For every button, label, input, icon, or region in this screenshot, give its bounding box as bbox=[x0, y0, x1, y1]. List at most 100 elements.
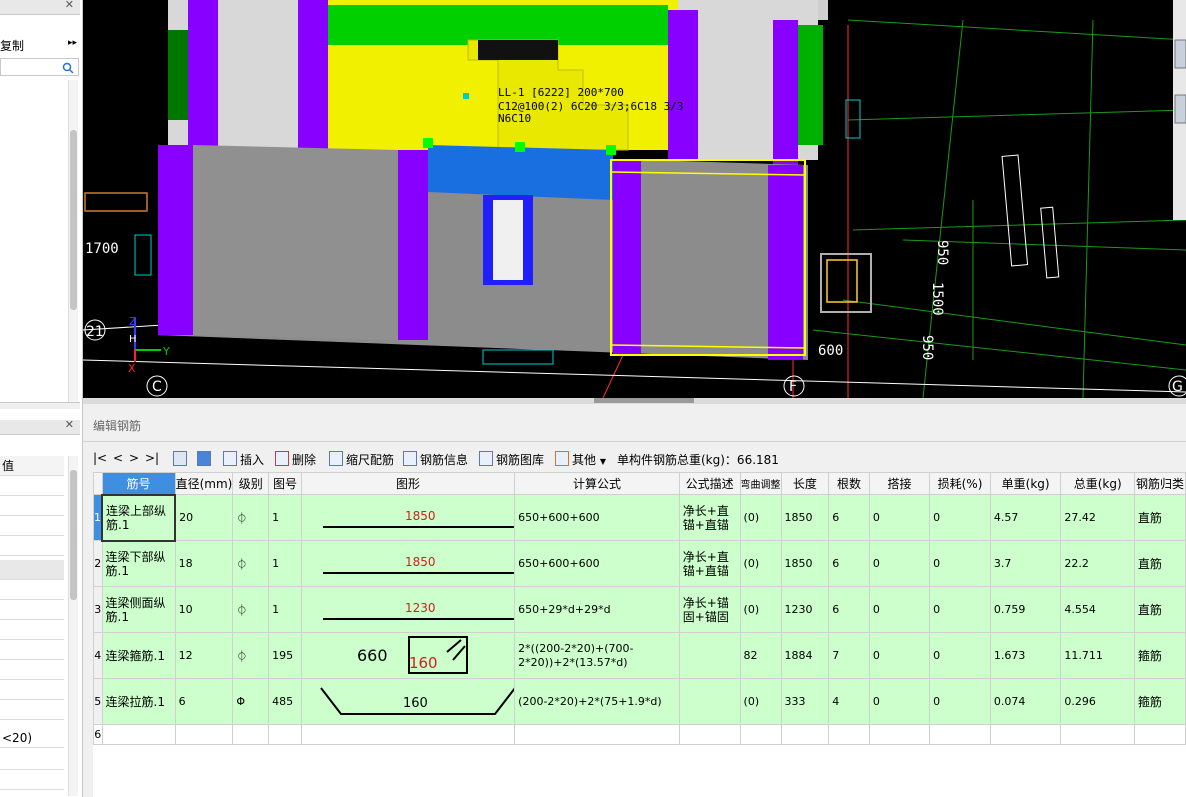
close-icon[interactable]: ✕ bbox=[65, 418, 74, 431]
cell-length[interactable]: 1850 bbox=[780, 540, 830, 587]
cell-grade[interactable]: ⏀ bbox=[232, 632, 270, 679]
table-row[interactable]: 4 连梁箍筋.1 12 ⏀ 195 660 160 2*((200-2*20)+… bbox=[93, 632, 1186, 679]
property-row[interactable] bbox=[0, 536, 64, 556]
column-header[interactable]: 直径(mm) bbox=[174, 472, 234, 495]
column-header[interactable]: 搭接 bbox=[868, 472, 931, 495]
3d-model-canvas[interactable]: LL-1 [6222] 200*700 C12@100(2) 6C20 3/3;… bbox=[83, 0, 1186, 398]
cell-bend-adjust[interactable]: 82 bbox=[739, 632, 782, 679]
table-row[interactable]: 3 连梁侧面纵筋.1 10 ⏀ 1 1230 650+29*d+29*d 净长+… bbox=[93, 586, 1186, 633]
cell-formula[interactable]: (200-2*20)+2*(75+1.9*d) bbox=[514, 678, 680, 725]
empty-cell[interactable] bbox=[268, 724, 302, 745]
cell-diameter[interactable]: 20 bbox=[174, 494, 234, 541]
cell-formula[interactable]: 2*((200-2*20)+(700-2*20))+2*(13.57*d) bbox=[514, 632, 680, 679]
property-row[interactable] bbox=[0, 516, 64, 536]
empty-cell[interactable] bbox=[929, 724, 991, 745]
column-header[interactable]: 图形 bbox=[300, 472, 516, 495]
row-index[interactable]: 1 bbox=[93, 494, 103, 541]
row-index[interactable]: 3 bbox=[93, 586, 103, 633]
property-row[interactable] bbox=[0, 476, 64, 496]
cell-shape[interactable]: 1850 bbox=[300, 494, 516, 541]
property-scroll-thumb[interactable] bbox=[70, 470, 77, 600]
column-header[interactable]: 长度 bbox=[780, 472, 830, 495]
column-header[interactable]: 总重(kg) bbox=[1060, 472, 1135, 495]
cell-total-weight[interactable]: 22.2 bbox=[1060, 540, 1135, 587]
cell-count[interactable]: 6 bbox=[828, 494, 870, 541]
left-tree-scrollbar[interactable] bbox=[68, 80, 78, 402]
cell-diameter[interactable]: 10 bbox=[174, 586, 234, 633]
cell-unit-weight[interactable]: 0.759 bbox=[989, 586, 1062, 633]
cell-formula[interactable]: 650+600+600 bbox=[514, 540, 680, 587]
cell-rebar-name[interactable]: 连梁侧面纵筋.1 bbox=[101, 586, 176, 633]
table-row[interactable]: 5 连梁拉筋.1 6 Φ 485 160 (200-2*20)+2*(75+1.… bbox=[93, 678, 1186, 725]
cell-length[interactable]: 1850 bbox=[780, 494, 830, 541]
cell-count[interactable]: 7 bbox=[828, 632, 870, 679]
nav-last-button[interactable]: >| bbox=[145, 451, 159, 465]
cell-lap[interactable]: 0 bbox=[868, 632, 931, 679]
cell-loss[interactable]: 0 bbox=[929, 632, 991, 679]
shape-length-value[interactable]: 1230 bbox=[405, 601, 436, 615]
cell-loss[interactable]: 0 bbox=[929, 494, 991, 541]
cell-bend-adjust[interactable]: (0) bbox=[739, 586, 782, 633]
cell-bend-adjust[interactable]: (0) bbox=[739, 540, 782, 587]
cell-category[interactable]: 箍筋 bbox=[1133, 632, 1186, 679]
cell-rebar-name[interactable]: 连梁上部纵筋.1 bbox=[100, 493, 177, 542]
property-scrollbar[interactable] bbox=[68, 456, 78, 796]
cell-total-weight[interactable]: 0.296 bbox=[1060, 678, 1135, 725]
property-row[interactable] bbox=[0, 496, 64, 516]
cell-category[interactable]: 直筋 bbox=[1133, 540, 1186, 587]
empty-cell[interactable] bbox=[828, 724, 870, 745]
cell-lap[interactable]: 0 bbox=[868, 678, 931, 725]
insert-button[interactable]: 插入 bbox=[223, 451, 264, 468]
empty-cell[interactable] bbox=[174, 724, 234, 745]
cell-formula-desc[interactable] bbox=[678, 678, 741, 725]
rebar-library-button[interactable]: 钢筋图库 bbox=[479, 451, 544, 468]
empty-cell[interactable] bbox=[101, 724, 176, 745]
cell-rebar-name[interactable]: 连梁下部纵筋.1 bbox=[101, 540, 176, 587]
table-row[interactable]: 2 连梁下部纵筋.1 18 ⏀ 1 1850 650+600+600 净长+直锚… bbox=[93, 540, 1186, 587]
cell-shape[interactable]: 660 160 bbox=[300, 632, 516, 679]
cell-total-weight[interactable]: 27.42 bbox=[1060, 494, 1135, 541]
scale-rebar-button[interactable]: 缩尺配筋 bbox=[329, 451, 394, 468]
cell-bend-adjust[interactable]: (0) bbox=[739, 494, 782, 541]
column-header[interactable]: 计算公式 bbox=[514, 472, 680, 495]
cell-length[interactable]: 333 bbox=[780, 678, 830, 725]
cell-shape[interactable]: 160 bbox=[300, 678, 516, 725]
3d-viewport[interactable]: LL-1 [6222] 200*700 C12@100(2) 6C20 3/3;… bbox=[83, 0, 1186, 398]
expand-icon[interactable]: ▸▸ bbox=[68, 38, 77, 48]
cell-rebar-name[interactable]: 连梁拉筋.1 bbox=[101, 678, 176, 725]
cell-count[interactable]: 4 bbox=[828, 678, 870, 725]
cell-figure-no[interactable]: 195 bbox=[268, 632, 302, 679]
cell-length[interactable]: 1230 bbox=[780, 586, 830, 633]
empty-cell[interactable] bbox=[868, 724, 931, 745]
row-index[interactable]: 2 bbox=[93, 540, 103, 587]
empty-cell[interactable] bbox=[678, 724, 741, 745]
cell-length[interactable]: 1884 bbox=[780, 632, 830, 679]
stirrup-width-value[interactable]: 660 bbox=[357, 646, 388, 665]
cell-unit-weight[interactable]: 1.673 bbox=[989, 632, 1062, 679]
cell-grade[interactable]: ⏀ bbox=[232, 494, 270, 541]
nav-first-button[interactable]: |< bbox=[93, 451, 107, 465]
copy-label[interactable]: 复制 bbox=[0, 37, 24, 54]
cell-formula-desc[interactable] bbox=[678, 632, 741, 679]
cell-formula[interactable]: 650+29*d+29*d bbox=[514, 586, 680, 633]
cell-lap[interactable]: 0 bbox=[868, 494, 931, 541]
property-row[interactable] bbox=[0, 700, 64, 720]
search-icon[interactable] bbox=[62, 62, 74, 74]
close-icon[interactable]: ✕ bbox=[65, 0, 74, 11]
cell-figure-no[interactable]: 1 bbox=[268, 494, 302, 541]
property-row[interactable] bbox=[0, 680, 64, 700]
cell-total-weight[interactable]: 11.711 bbox=[1060, 632, 1135, 679]
table-row-empty[interactable]: 6 bbox=[93, 724, 1186, 745]
property-row-condition[interactable]: <20) bbox=[0, 728, 64, 748]
nav-prev-button[interactable]: < bbox=[113, 451, 123, 465]
property-row[interactable] bbox=[0, 620, 64, 640]
column-header[interactable]: 公式描述 bbox=[678, 472, 741, 495]
empty-cell[interactable] bbox=[300, 724, 516, 745]
property-row[interactable] bbox=[0, 750, 64, 770]
move-up-icon[interactable] bbox=[173, 451, 190, 467]
cell-shape[interactable]: 1850 bbox=[300, 540, 516, 587]
cell-grade[interactable]: ⏀ bbox=[232, 540, 270, 587]
property-row[interactable] bbox=[0, 640, 64, 660]
shape-length-value[interactable]: 1850 bbox=[405, 555, 436, 569]
cell-formula[interactable]: 650+600+600 bbox=[514, 494, 680, 541]
